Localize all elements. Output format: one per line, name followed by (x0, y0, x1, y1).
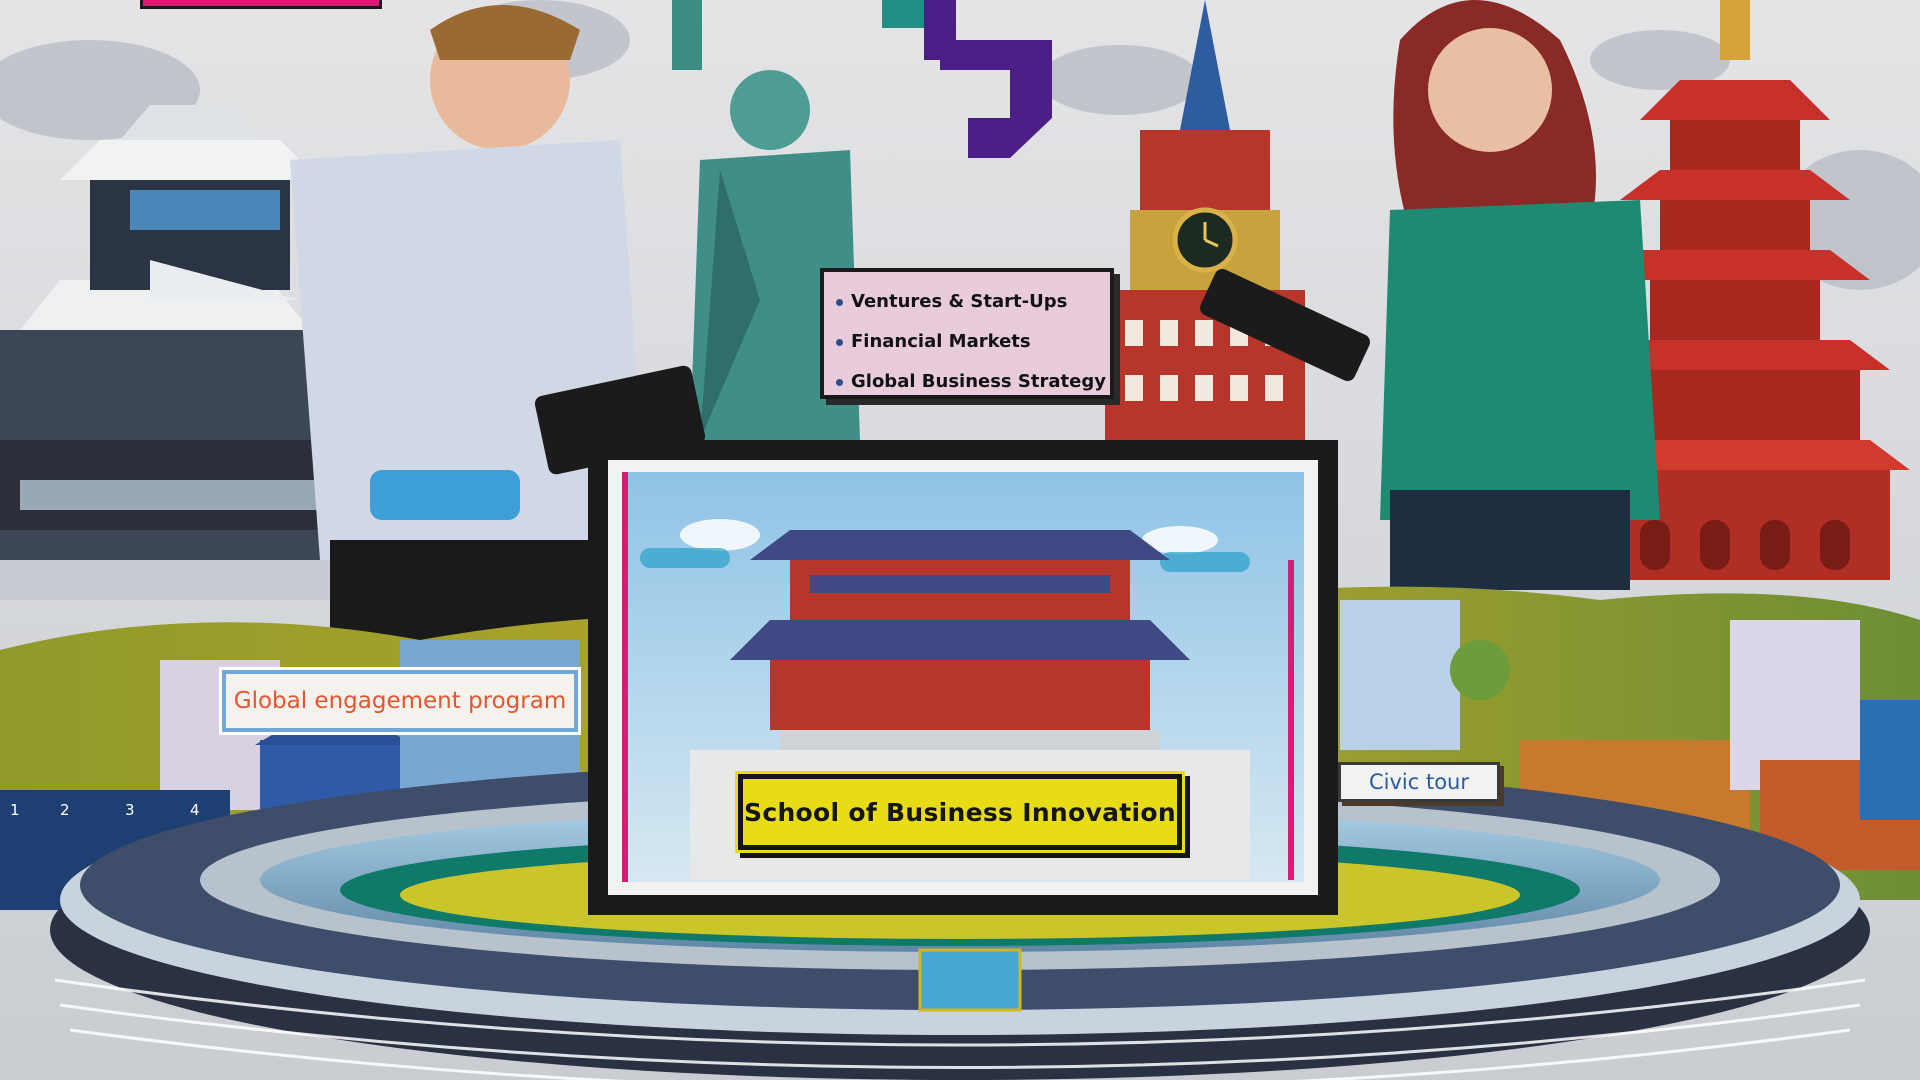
list-item: Global Business Strategy (836, 362, 1106, 402)
civic-tour-sign: Civic tour (1338, 762, 1500, 802)
school-title-banner: School of Business Innovation (738, 774, 1182, 850)
svg-text:1: 1 (10, 801, 20, 819)
list-item: Financial Markets (836, 322, 1100, 362)
topic-financial-markets: Financial Markets (851, 331, 1031, 352)
top-banner-strip (140, 0, 382, 9)
bullet-dot (836, 378, 843, 386)
svg-text:2: 2 (60, 801, 70, 819)
svg-text:3: 3 (125, 801, 135, 819)
global-engagement-sign: Global engagement program (219, 667, 581, 735)
topic-ventures: Ventures & Start-Ups (851, 291, 1068, 312)
list-item: Ventures & Start-Ups (836, 282, 1100, 322)
campus-illustration: 1 2 3 4 (0, 0, 1920, 1080)
topics-card: Ventures & Start-Ups Financial Markets G… (820, 268, 1114, 399)
topic-global-strategy: Global Business Strategy (851, 371, 1106, 392)
bullet-dot (836, 298, 843, 306)
svg-text:4: 4 (190, 801, 200, 819)
bullet-dot (836, 338, 843, 346)
